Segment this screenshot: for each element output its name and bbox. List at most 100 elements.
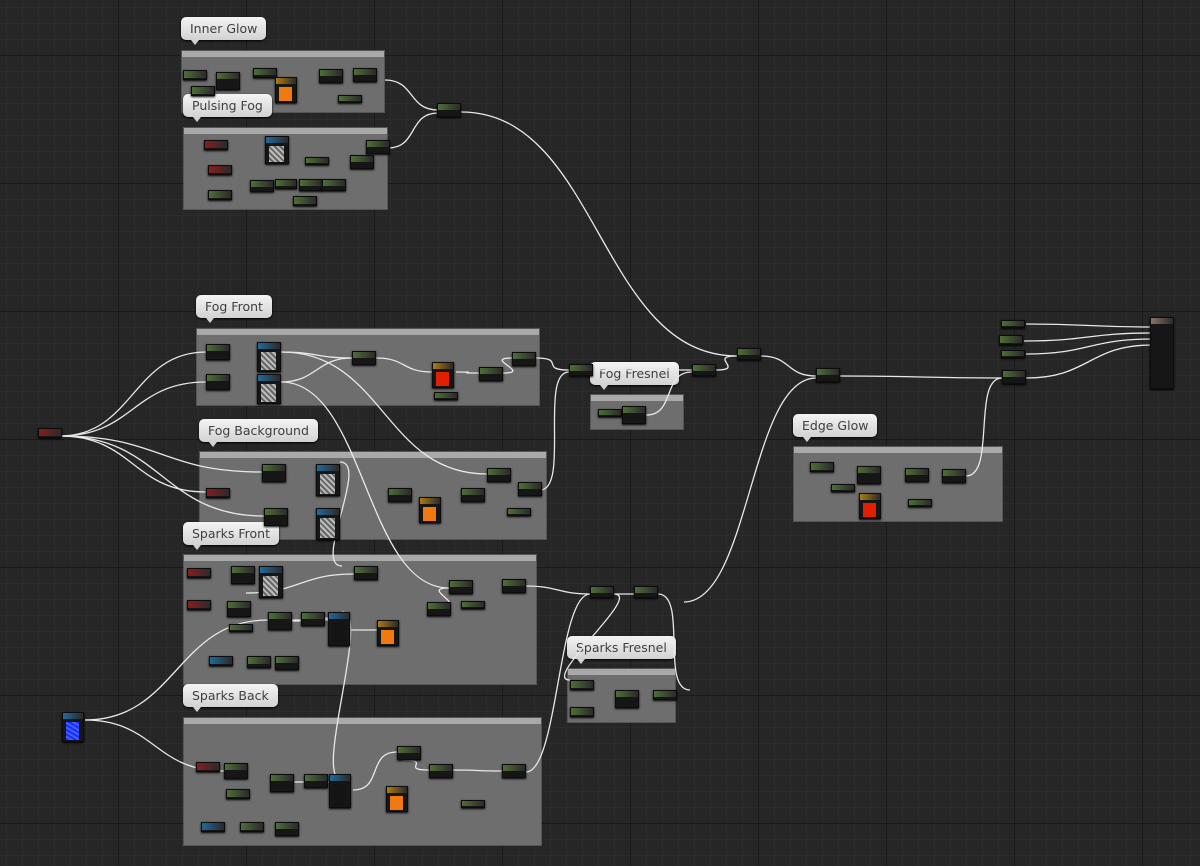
material-expression-node[interactable] [831, 484, 855, 492]
material-expression-node[interactable] [502, 764, 526, 778]
material-expression-node[interactable] [905, 468, 929, 482]
material-expression-node[interactable] [270, 774, 294, 792]
material-expression-node[interactable] [206, 488, 230, 498]
material-expression-node[interactable] [299, 179, 323, 191]
material-expression-node[interactable] [427, 602, 451, 616]
material-expression-node[interactable] [377, 620, 399, 646]
material-expression-node[interactable] [262, 464, 286, 482]
material-expression-node[interactable] [353, 68, 377, 82]
material-output-node[interactable] [1150, 317, 1174, 389]
material-expression-node[interactable] [224, 763, 248, 779]
material-expression-node[interactable] [328, 612, 350, 646]
material-expression-node[interactable] [437, 103, 461, 117]
material-expression-node[interactable] [350, 155, 374, 169]
material-expression-node[interactable] [1001, 320, 1025, 328]
material-expression-node[interactable] [319, 69, 343, 83]
material-expression-node[interactable] [231, 566, 255, 584]
material-expression-node[interactable] [209, 656, 233, 666]
material-expression-node[interactable] [247, 656, 271, 668]
material-expression-node[interactable] [432, 362, 454, 388]
material-expression-node[interactable] [305, 157, 329, 165]
material-expression-node[interactable] [397, 746, 421, 760]
comment-box[interactable] [183, 717, 542, 846]
material-expression-node[interactable] [275, 656, 299, 670]
material-expression-node[interactable] [257, 374, 281, 404]
material-expression-node[interactable] [518, 482, 542, 496]
material-expression-node[interactable] [301, 612, 325, 626]
material-expression-node[interactable] [942, 469, 966, 483]
material-expression-node[interactable] [204, 140, 228, 150]
comment-bubble[interactable]: Fog Background [199, 419, 318, 447]
comment-bubble[interactable]: Inner Glow [181, 17, 267, 45]
comment-bubble[interactable]: Edge Glow [793, 414, 878, 442]
material-expression-node[interactable] [366, 140, 390, 154]
material-expression-node[interactable] [304, 774, 328, 788]
material-expression-node[interactable] [264, 508, 288, 526]
material-expression-node[interactable] [257, 342, 281, 372]
material-expression-node[interactable] [461, 601, 485, 609]
comment-box[interactable] [793, 446, 1003, 522]
material-expression-node[interactable] [512, 352, 536, 366]
comment-bubble[interactable]: Pulsing Fog [183, 94, 272, 122]
material-expression-node[interactable] [598, 409, 622, 417]
material-expression-node[interactable] [206, 374, 230, 390]
material-expression-node[interactable] [999, 335, 1023, 345]
comment-bubble[interactable]: Fog Fresnel [590, 362, 679, 390]
material-expression-node[interactable] [201, 822, 225, 832]
material-expression-node[interactable] [316, 464, 340, 496]
material-expression-node[interactable] [857, 466, 881, 484]
material-expression-node[interactable] [388, 488, 412, 502]
material-expression-node[interactable] [434, 392, 458, 400]
material-expression-node[interactable] [62, 712, 84, 742]
material-expression-node[interactable] [275, 77, 297, 103]
material-expression-node[interactable] [352, 351, 376, 365]
material-expression-node[interactable] [461, 800, 485, 808]
material-expression-node[interactable] [229, 624, 253, 632]
material-expression-node[interactable] [253, 68, 277, 78]
material-expression-node[interactable] [187, 568, 211, 578]
material-expression-node[interactable] [429, 764, 453, 778]
material-expression-node[interactable] [338, 95, 362, 103]
material-expression-node[interactable] [226, 789, 250, 799]
material-expression-node[interactable] [322, 179, 346, 191]
material-expression-node[interactable] [634, 586, 658, 598]
material-expression-node[interactable] [419, 497, 441, 523]
material-expression-node[interactable] [275, 179, 297, 189]
material-expression-node[interactable] [859, 493, 881, 519]
material-expression-node[interactable] [240, 822, 264, 832]
material-expression-node[interactable] [293, 196, 317, 206]
material-graph-canvas[interactable]: Inner Glow Pulsing Fog Fog Front Fog Backgr… [0, 0, 1200, 866]
material-expression-node[interactable] [183, 70, 207, 80]
material-expression-node[interactable] [590, 586, 614, 598]
material-expression-node[interactable] [653, 690, 677, 700]
material-expression-node[interactable] [206, 344, 230, 360]
material-expression-node[interactable] [187, 600, 211, 610]
material-expression-node[interactable] [507, 508, 531, 516]
material-expression-node[interactable] [479, 367, 503, 381]
material-expression-node[interactable] [487, 468, 511, 482]
comment-bubble[interactable]: Fog Front [196, 295, 272, 323]
material-expression-node[interactable] [329, 774, 351, 808]
material-expression-node[interactable] [816, 368, 840, 382]
material-expression-node[interactable] [216, 72, 240, 90]
material-expression-node[interactable] [1002, 370, 1026, 384]
material-expression-node[interactable] [570, 707, 594, 717]
material-expression-node[interactable] [386, 786, 408, 812]
material-expression-node[interactable] [461, 488, 485, 502]
material-expression-node[interactable] [259, 566, 283, 598]
material-expression-node[interactable] [191, 86, 215, 96]
material-expression-node[interactable] [38, 428, 62, 438]
material-expression-node[interactable] [908, 499, 932, 507]
comment-bubble[interactable]: Sparks Back [183, 684, 278, 712]
material-expression-node[interactable] [196, 762, 220, 772]
material-expression-node[interactable] [268, 612, 292, 630]
material-expression-node[interactable] [622, 406, 646, 424]
material-expression-node[interactable] [227, 601, 251, 617]
material-expression-node[interactable] [1001, 350, 1025, 358]
material-expression-node[interactable] [737, 348, 761, 360]
material-expression-node[interactable] [502, 579, 526, 593]
material-expression-node[interactable] [449, 580, 473, 594]
material-expression-node[interactable] [208, 165, 232, 175]
material-expression-node[interactable] [316, 508, 340, 540]
material-expression-node[interactable] [570, 680, 594, 690]
